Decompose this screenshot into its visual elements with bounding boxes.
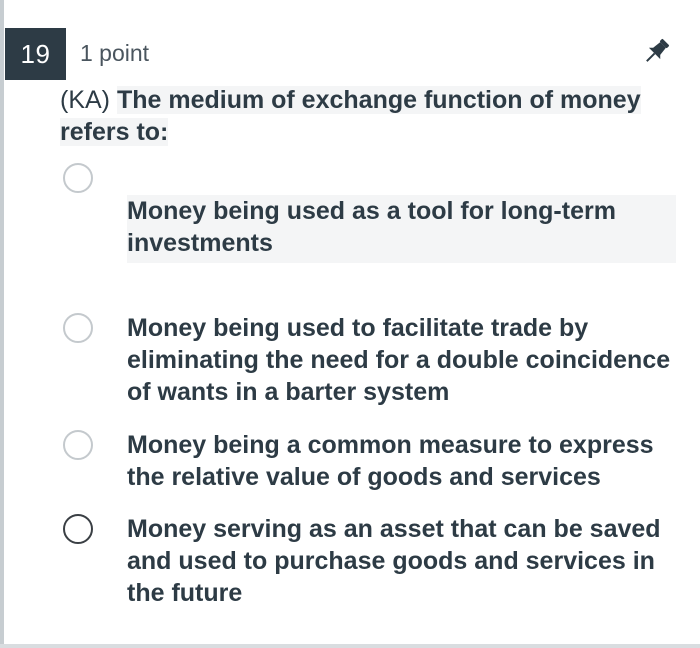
card-left-border	[0, 0, 4, 648]
option-1-label[interactable]: Money being used as a tool for long-term…	[127, 195, 676, 263]
quiz-question-card: 19 1 point (KA) The medium of exchange f…	[0, 0, 700, 648]
option-4-radio[interactable]	[63, 514, 93, 544]
option-3-radio[interactable]	[63, 430, 93, 460]
question-number-badge: 19	[5, 28, 66, 80]
question-stem: The medium of exchange function of money…	[60, 86, 641, 146]
card-bottom-border	[0, 644, 700, 648]
pushpin-icon[interactable]	[640, 36, 672, 68]
option-4-label[interactable]: Money serving as an asset that can be sa…	[127, 513, 687, 609]
question-points: 1 point	[80, 40, 150, 66]
option-2-radio[interactable]	[63, 313, 93, 343]
option-3-label[interactable]: Money being a common measure to express …	[127, 429, 682, 493]
option-1-radio[interactable]	[63, 163, 93, 193]
question-prefix: (KA)	[60, 86, 110, 114]
option-2-label[interactable]: Money being used to facilitate trade by …	[127, 312, 672, 408]
question-text: (KA) The medium of exchange function of …	[60, 84, 670, 148]
